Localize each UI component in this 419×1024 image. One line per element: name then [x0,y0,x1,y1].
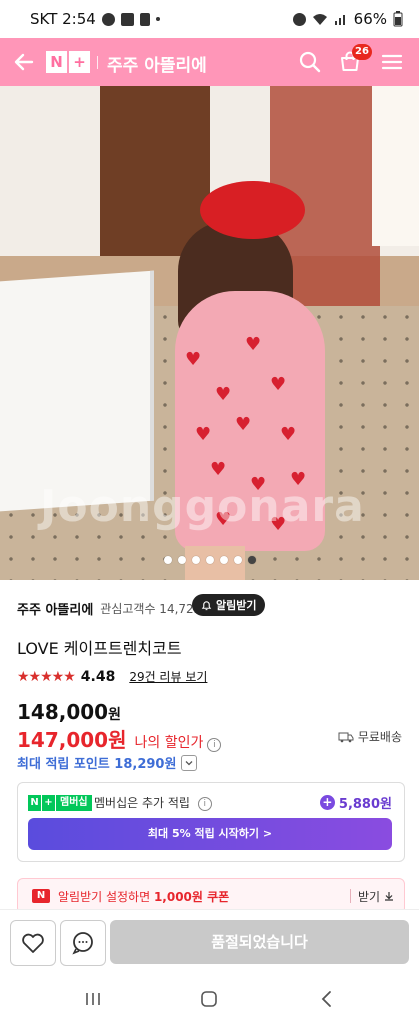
membership-text-label: 멤버십은 추가 적립 [94,796,190,810]
wifi-icon [312,14,327,25]
heart-icon: ♥ [280,424,297,445]
heart-icon: ♥ [185,349,202,370]
shipping-label: 무료배송 [357,730,402,744]
sale-label: 나의 할인가 [134,735,204,751]
coupon-text-prefix: 알림받기 설정하면 [58,889,154,904]
membership-box: N + 멤버십 멤버십은 추가 적립 i + 5,880원 최대 5% 적립 시… [17,782,405,862]
image-window [372,86,419,246]
sale-price-row: 147,000원 나의 할인가 i [17,724,222,753]
coupon-banner[interactable]: N 알림받기 설정하면 1,000원 쿠폰 받기 [17,878,405,914]
max-points[interactable]: 최대 적립 포인트 18,290원 [17,753,198,772]
status-bar: SKT 2:54 66% [0,0,419,38]
store-row: 주주 아뜰리에 관심고객수 14,725 알림받기 [17,594,407,619]
badge-text: 멤버십 [56,795,92,811]
original-price-value: 148,000 [17,700,109,724]
heart-outline-icon [22,933,44,953]
original-price-unit: 원 [108,707,121,723]
product-title: LOVE 케이프트렌치코트 [17,639,182,658]
heart-icon: ♥ [235,414,252,435]
membership-point-value: 5,880원 [338,797,392,812]
product-image[interactable]: ♥ ♥ ♥ ♥ ♥ ♥ ♥ ♥ ♥ ♥ ♥ ♥ Joonggonara [0,86,419,580]
back-icon[interactable] [318,990,336,1008]
l-app-icon [139,12,150,26]
status-time: SKT 2:54 [30,10,96,28]
coupon-divider [350,889,351,903]
truck-icon [338,732,354,742]
soldout-button[interactable]: 품절되었습니다 [110,920,409,964]
alarm-button-label: 알림받기 [216,599,257,612]
coupon-download-label: 받기 [358,890,381,904]
store-fans: 관심고객수 14,725 [100,601,202,616]
image-beret [200,181,305,239]
chevron-down-icon[interactable] [181,754,198,771]
header-divider [97,56,98,69]
alarm-subscribe-button[interactable]: 알림받기 [192,594,266,616]
home-icon[interactable] [200,990,218,1008]
download-icon [384,892,393,901]
battery-icon [393,11,403,27]
watermark: Joonggonara [40,481,365,532]
heart-icon: ♥ [245,334,262,355]
naver-n-icon: N [32,889,50,903]
image-bed [0,270,154,512]
bottom-action-bar: 품절되었습니다 [0,910,419,974]
plus-circle-icon: + [319,795,335,810]
coffee-icon [101,12,115,26]
badge-n: N [28,795,41,811]
heart-icon: ♥ [195,424,212,445]
chat-bubble-icon [72,932,93,955]
logo-plus: + [69,51,90,73]
original-price: 148,000원 [17,700,121,724]
image-desk [100,86,210,256]
app-header: N + 주주 아뜰리에 26 [0,38,419,86]
bell-icon [201,600,212,610]
carousel-dot[interactable] [163,556,172,564]
coupon-download-button[interactable]: 받기 [358,888,394,905]
rating-score: 4.48 [80,668,116,685]
review-link[interactable]: 29건 리뷰 보기 [129,668,207,685]
gallery-icon [120,12,134,26]
logo-n: N [46,51,67,73]
store-name[interactable]: 주주 아뜰리에 [17,599,93,618]
carousel-dot[interactable] [191,556,200,564]
badge-plus: + [42,795,55,811]
membership-badge: N + 멤버십 [28,795,92,811]
heart-icon: ♥ [270,374,287,395]
search-icon[interactable] [298,50,322,74]
coupon-amount: 1,000원 쿠폰 [153,889,230,904]
star-rating-icon: ★★★★★ [17,668,76,685]
alarm-icon [292,12,306,26]
talk-button[interactable] [60,920,106,966]
heart-icon: ♥ [210,459,227,480]
carousel-dot[interactable] [177,556,186,564]
back-arrow-icon[interactable] [12,50,36,74]
info-icon[interactable]: i [207,738,222,752]
max-points-label: 최대 적립 포인트 18,290원 [17,757,177,772]
naver-plus-logo[interactable]: N + [46,51,90,73]
rating-row: ★★★★★ 4.48 29건 리뷰 보기 [17,668,207,685]
carousel-dot[interactable] [233,556,242,564]
more-notifications-icon [155,17,160,21]
shipping-info: 무료배송 [338,728,402,745]
membership-point: + 5,880원 [319,793,392,812]
menu-icon[interactable] [380,50,404,74]
signal-icon [334,15,345,25]
carousel-dot[interactable] [205,556,214,564]
carousel-dots [0,556,419,570]
carousel-dot[interactable] [219,556,228,564]
heart-icon: ♥ [215,384,232,405]
shop-title[interactable]: 주주 아뜰리에 [107,51,207,76]
recent-apps-icon[interactable] [84,990,102,1008]
info-icon[interactable]: i [197,796,212,811]
coupon-text: 알림받기 설정하면 1,000원 쿠폰 [58,888,229,905]
membership-start-button[interactable]: 최대 5% 적립 시작하기 > [28,818,392,850]
carousel-dot-active[interactable] [247,556,256,564]
wishlist-button[interactable] [10,920,56,966]
battery-level: 66% [353,10,387,28]
membership-text: 멤버십은 추가 적립 i [94,794,212,811]
sale-price: 147,000원 [17,728,127,752]
cart-count-badge: 26 [352,44,372,60]
system-nav-bar [0,974,419,1024]
